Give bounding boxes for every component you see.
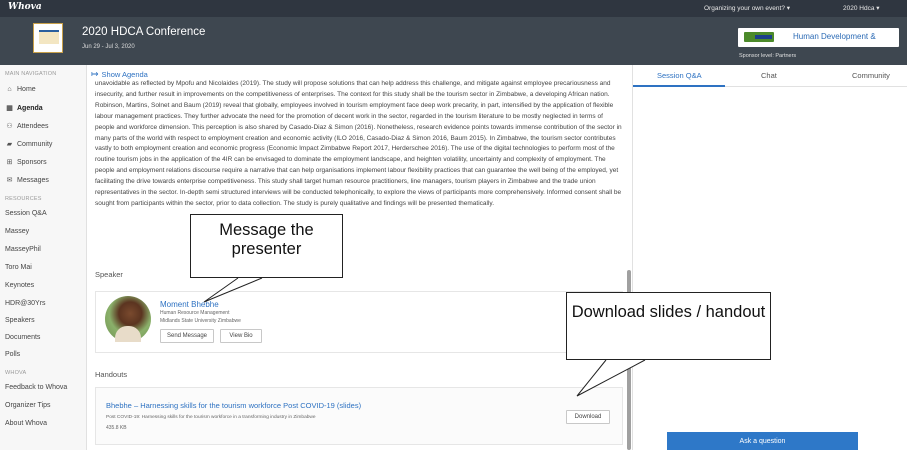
speaker-heading: Speaker <box>95 270 123 279</box>
sidebar-item-session-qa[interactable]: Session Q&A <box>5 210 47 217</box>
event-title: 2020 HDCA Conference <box>82 26 206 38</box>
whova-section-label: WHOVA <box>5 370 27 376</box>
sponsor-banner[interactable]: Human Development & <box>738 28 899 47</box>
handout-description: Post COVID-19: Harnessing skills for the… <box>106 415 316 420</box>
sponsor-logo <box>744 32 774 42</box>
handout-card: Bhebhe – Harnessing skills for the touri… <box>95 387 623 445</box>
tab-chat[interactable]: Chat <box>761 71 777 80</box>
sponsor-name: Human Development & <box>793 32 876 41</box>
handout-title[interactable]: Bhebhe – Harnessing skills for the touri… <box>106 401 361 410</box>
whova-logo[interactable]: Whova <box>8 2 42 12</box>
session-abstract: unavoidable as reflected by Mpofu and Ni… <box>95 80 622 207</box>
event-header: 2020 HDCA Conference Jun 29 - Jul 3, 202… <box>0 17 907 65</box>
speaker-card: Moment Bhebhe Human Resource Management … <box>95 291 623 353</box>
download-slides-callout: Download slides / handout <box>566 292 771 360</box>
panel-tabs: Session Q&A Chat Community <box>633 65 907 87</box>
sidebar-item-massey[interactable]: Massey <box>5 228 29 235</box>
sidebar-item-feedback[interactable]: Feedback to Whova <box>5 384 67 391</box>
sidebar-item-label: Community <box>17 140 53 148</box>
sidebar-item-label: Agenda <box>17 104 43 112</box>
speaker-avatar[interactable] <box>105 296 151 342</box>
event-logo <box>33 23 63 53</box>
sidebar-item-hdr30yrs[interactable]: HDR@30Yrs <box>5 300 46 307</box>
main-navigation-label: MAIN NAVIGATION <box>5 71 57 77</box>
sidebar-item-organizer-tips[interactable]: Organizer Tips <box>5 402 51 409</box>
sponsor-icon: ⊞ <box>6 159 13 166</box>
sidebar: MAIN NAVIGATION ⌂ Home ▦ Agenda ⚇ Attend… <box>0 65 87 450</box>
sidebar-item-about-whova[interactable]: About Whova <box>5 420 47 427</box>
send-message-button[interactable]: Send Message <box>160 329 214 343</box>
handout-file-size: 435.8 KB <box>106 425 127 431</box>
sidebar-item-label: Attendees <box>17 122 49 130</box>
envelope-icon: ✉ <box>6 177 13 184</box>
sidebar-item-keynotes[interactable]: Keynotes <box>5 282 34 289</box>
ask-question-button[interactable]: Ask a question <box>667 432 858 450</box>
tab-session-qa[interactable]: Session Q&A <box>657 71 702 80</box>
resources-label: RESOURCES <box>5 196 42 202</box>
event-dates: Jun 29 - Jul 3, 2020 <box>82 44 135 50</box>
calendar-icon: ▦ <box>6 105 13 112</box>
sidebar-item-masseyphil[interactable]: MasseyPhil <box>5 246 41 253</box>
sidebar-item-home[interactable]: ⌂ Home <box>5 86 36 93</box>
sidebar-item-toro-mai[interactable]: Toro Mai <box>5 264 32 271</box>
download-button[interactable]: Download <box>566 410 610 424</box>
home-icon: ⌂ <box>7 86 12 93</box>
show-agenda-label: Show Agenda <box>101 70 148 79</box>
sidebar-item-community[interactable]: ▰ Community <box>5 140 53 149</box>
organizing-event-menu[interactable]: Organizing your own event? ▾ <box>704 4 790 12</box>
active-tab-indicator <box>633 85 725 87</box>
speaker-name[interactable]: Moment Bhebhe <box>160 300 219 309</box>
handouts-heading: Handouts <box>95 370 128 379</box>
sidebar-item-label: Home <box>17 86 36 93</box>
view-bio-button[interactable]: View Bio <box>220 329 262 343</box>
sidebar-item-documents[interactable]: Documents <box>5 334 40 341</box>
sidebar-item-sponsors[interactable]: ⊞ Sponsors <box>5 158 47 167</box>
speaker-organization: Midlands State University Zimbabwe <box>160 318 241 324</box>
sidebar-item-label: Sponsors <box>17 158 47 166</box>
top-bar: Whova Organizing your own event? ▾ 2020 … <box>0 0 907 17</box>
chat-icon: ▰ <box>6 141 13 148</box>
sidebar-item-attendees[interactable]: ⚇ Attendees <box>5 122 49 131</box>
message-presenter-callout: Message the presenter <box>190 214 343 278</box>
speaker-role: Human Resource Management <box>160 310 230 316</box>
sidebar-item-speakers[interactable]: Speakers <box>5 317 35 324</box>
right-panel: Session Q&A Chat Community Ask a questio… <box>632 65 907 450</box>
tab-community[interactable]: Community <box>852 71 890 80</box>
user-menu[interactable]: 2020 Hdca ▾ <box>843 4 880 12</box>
people-icon: ⚇ <box>6 123 13 130</box>
sponsor-level: Sponsor level: Partners <box>739 53 797 59</box>
sidebar-item-agenda[interactable]: ▦ Agenda <box>5 104 43 113</box>
sidebar-item-messages[interactable]: ✉ Messages <box>5 176 49 185</box>
sidebar-item-polls[interactable]: Polls <box>5 351 20 358</box>
sidebar-item-label: Messages <box>17 176 49 184</box>
